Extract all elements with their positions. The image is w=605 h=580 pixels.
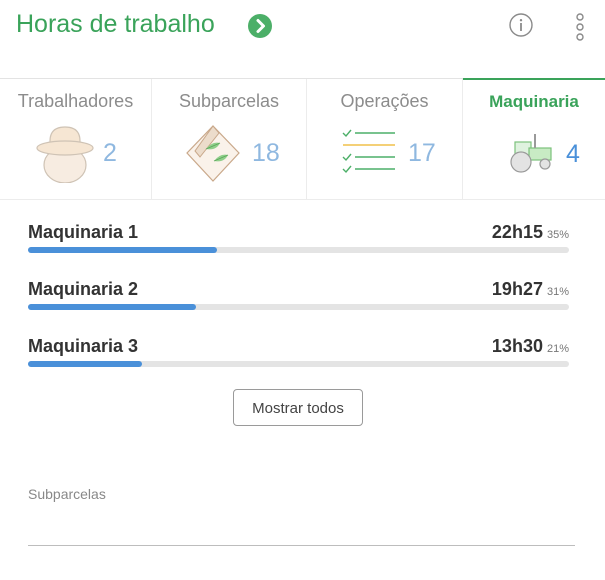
item-hours: 19h27 31% [492,279,569,300]
parcel-leaf-icon [184,123,242,190]
item-hours: 22h15 35% [492,222,569,243]
progress-fill [28,247,218,253]
subparcels-field-underline[interactable] [28,545,575,546]
tab-maquinaria[interactable]: Maquinaria 4 [463,78,605,199]
checklist-icon [341,123,397,184]
item-hours-value: 22h15 [491,222,543,242]
subparcels-field-label: Subparcelas [28,486,106,502]
item-percent: 31% [546,286,569,298]
tab-trabalhadores[interactable]: Trabalhadores 2 [0,79,152,200]
progress-track [28,247,569,253]
list-item[interactable]: Maquinaria 2 19h27 31% [28,275,569,332]
item-hours: 13h30 21% [492,336,569,357]
list-item[interactable]: Maquinaria 1 22h15 35% [28,218,569,275]
info-icon[interactable] [509,13,533,37]
chevron-right-circle-icon[interactable] [248,14,272,38]
page-title: Horas de trabalho [16,10,215,38]
tab-label: Subparcelas [178,91,280,111]
tab-label: Maquinaria [489,92,579,111]
item-name: Maquinaria 1 [28,222,139,242]
tab-label: Operações [340,91,429,111]
machinery-list: Maquinaria 1 22h15 35% Maquinaria 2 19h27… [28,218,569,389]
progress-track [28,361,569,367]
item-hours-value: 13h30 [491,336,543,356]
worker-hat-icon [36,123,94,188]
progress-fill [28,361,142,367]
tab-count: 2 [103,139,117,167]
progress-fill [28,304,196,310]
item-percent: 35% [546,229,569,241]
item-name: Maquinaria 2 [28,279,139,299]
tab-count: 18 [252,139,280,167]
category-tabs: Trabalhadores 2 Subparcelas 18 Operações [0,78,605,200]
show-all-button[interactable]: Mostrar todos [233,389,363,426]
progress-track [28,304,569,310]
tractor-icon [507,124,555,179]
header: Horas de trabalho [0,0,605,78]
tab-operacoes[interactable]: Operações 17 [307,79,463,200]
tab-label: Trabalhadores [17,91,134,111]
tab-count: 4 [566,140,580,168]
list-item[interactable]: Maquinaria 3 13h30 21% [28,332,569,389]
more-vertical-icon[interactable] [570,12,590,44]
item-percent: 21% [546,343,569,355]
tab-count: 17 [408,139,436,167]
tab-subparcelas[interactable]: Subparcelas 18 [152,79,307,200]
item-hours-value: 19h27 [491,279,543,299]
item-name: Maquinaria 3 [28,336,139,356]
